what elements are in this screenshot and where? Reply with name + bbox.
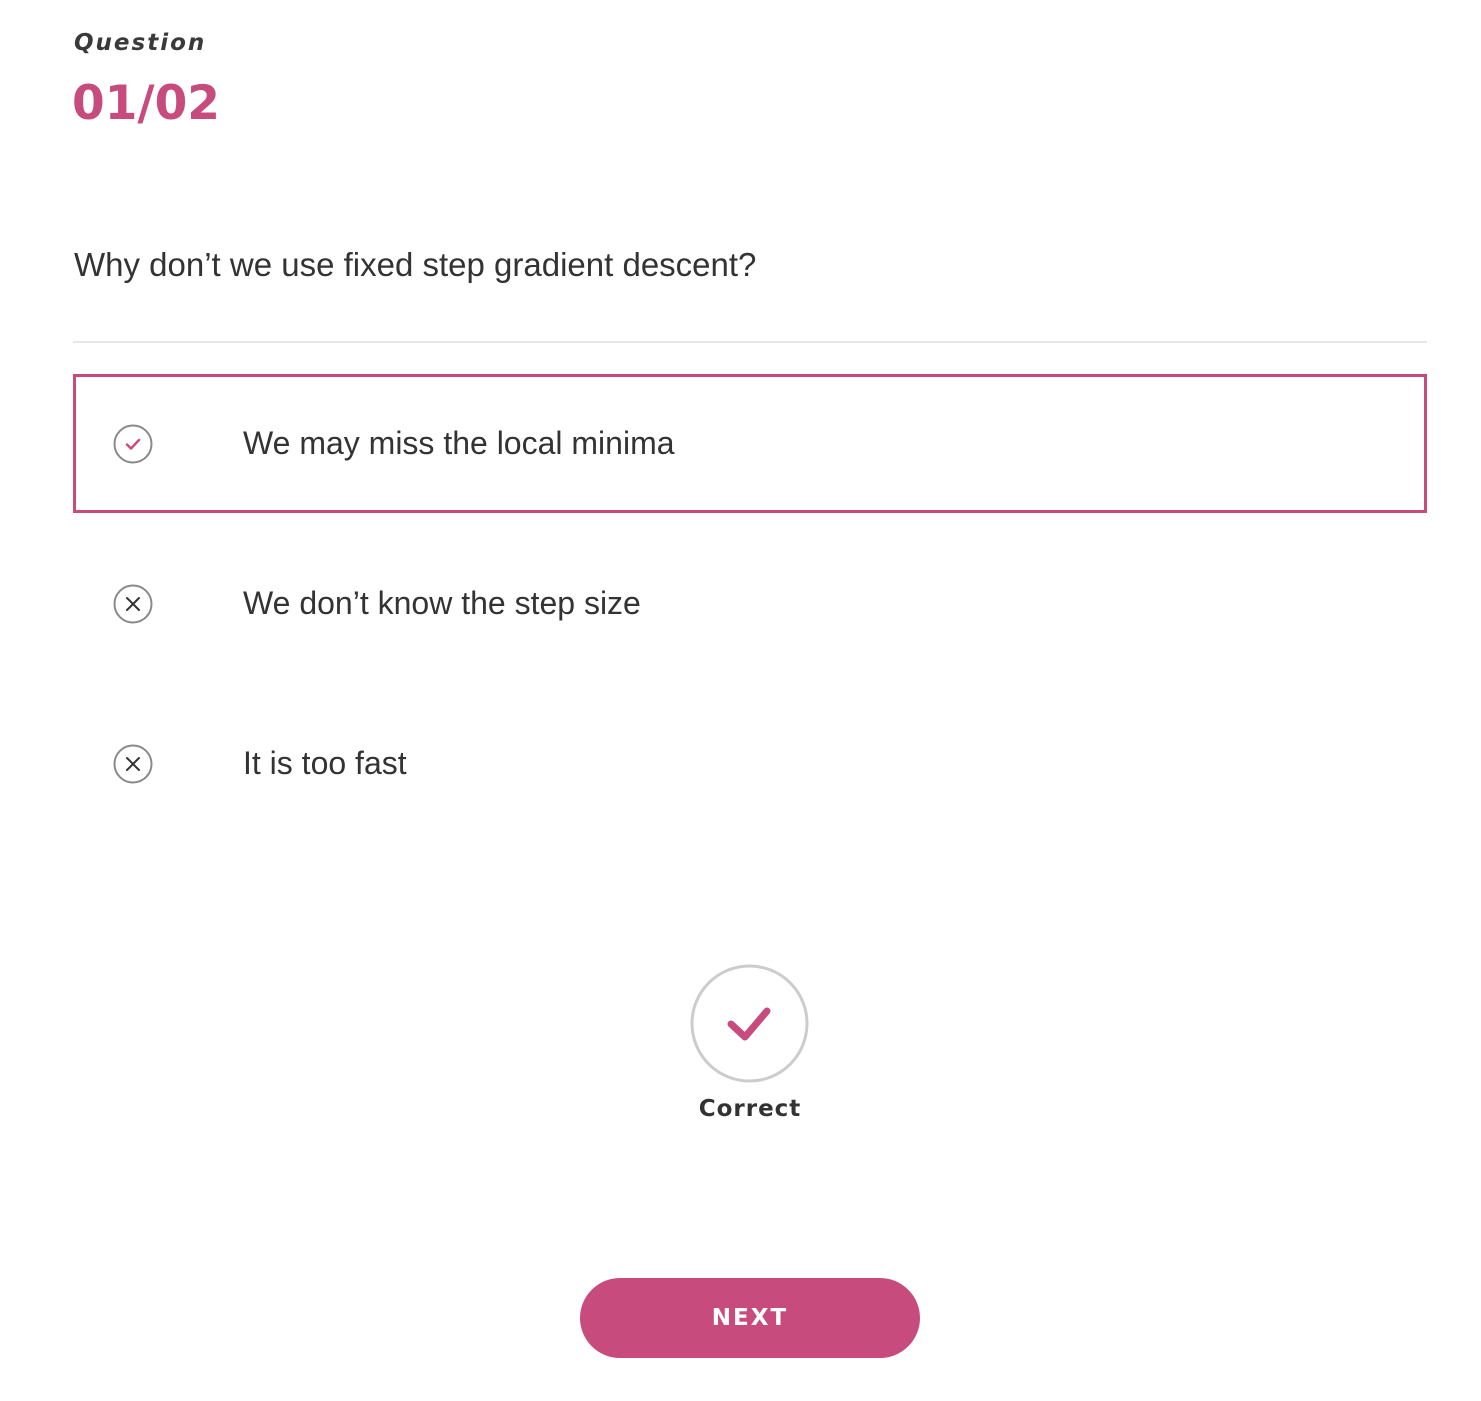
answer-option-1[interactable]: We may miss the local minima xyxy=(73,374,1427,513)
question-text: Why don’t we use fixed step gradient des… xyxy=(74,246,757,283)
question-counter: 01/02 xyxy=(72,76,220,131)
check-circle-icon xyxy=(113,424,153,464)
result-check-icon xyxy=(690,964,809,1083)
answer-option-label: It is too fast xyxy=(243,745,407,781)
question-label: Question xyxy=(74,30,207,56)
result-label: Correct xyxy=(698,1096,802,1122)
answer-option-label: We don’t know the step size xyxy=(243,585,641,621)
answer-option-3[interactable]: It is too fast xyxy=(73,694,1427,833)
divider xyxy=(73,341,1427,343)
answer-option-2[interactable]: We don’t know the step size xyxy=(73,534,1427,673)
next-button[interactable]: NEXT xyxy=(580,1278,920,1358)
answer-option-label: We may miss the local minima xyxy=(243,425,675,461)
x-circle-icon xyxy=(113,744,153,784)
x-circle-icon xyxy=(113,584,153,624)
